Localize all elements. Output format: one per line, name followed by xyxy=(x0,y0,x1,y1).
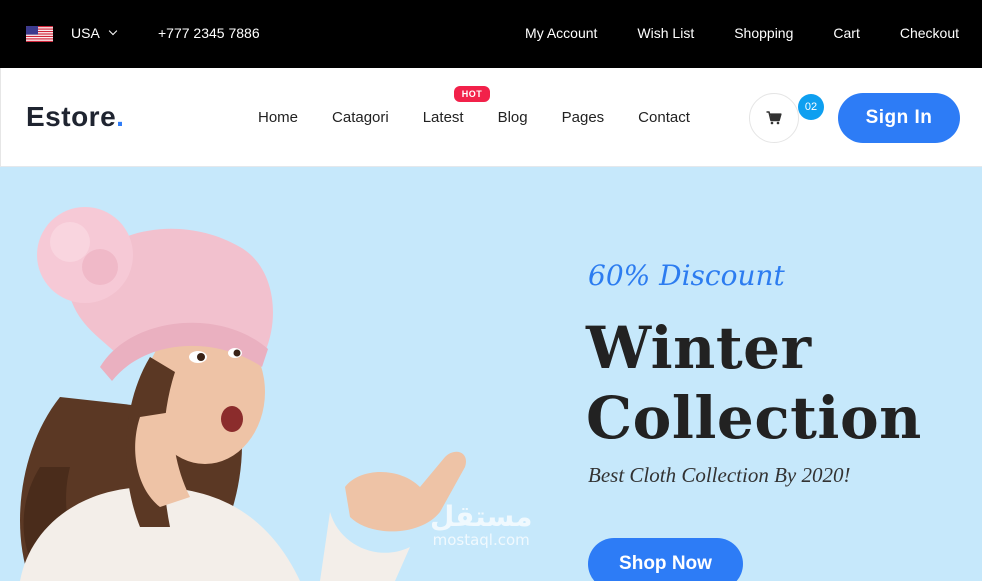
shopping-cart-icon xyxy=(766,111,782,125)
nav-pages[interactable]: Pages xyxy=(562,109,605,126)
discount-tagline: 60% Discount xyxy=(588,259,785,292)
watermark-arabic: مستقل xyxy=(430,500,533,533)
chevron-down-icon xyxy=(108,26,118,36)
watermark-latin: mostaql.com xyxy=(432,531,530,549)
nav-latest[interactable]: Latest HOT xyxy=(422,86,491,126)
top-bar: USA +777 2345 7886 My Account Wish List … xyxy=(0,0,982,68)
shopping-link[interactable]: Shopping xyxy=(734,25,793,41)
cart-link[interactable]: Cart xyxy=(833,25,859,41)
hero-title-line2: Collection xyxy=(586,384,922,452)
shop-now-button[interactable]: Shop Now xyxy=(588,538,743,581)
hero-title: Winter Collection xyxy=(586,313,922,453)
nav-home[interactable]: Home xyxy=(258,109,298,126)
wish-list-link[interactable]: Wish List xyxy=(637,25,694,41)
top-links: My Account Wish List Shopping Cart Check… xyxy=(525,25,959,41)
nav-latest-label: Latest xyxy=(422,109,464,126)
checkout-link[interactable]: Checkout xyxy=(900,25,959,41)
mostaql-watermark: مستقل mostaql.com xyxy=(430,500,533,549)
nav-contact[interactable]: Contact xyxy=(638,109,690,126)
phone-number: +777 2345 7886 xyxy=(158,25,260,41)
nav-catagori[interactable]: Catagori xyxy=(332,109,389,126)
cart-button[interactable] xyxy=(749,93,799,143)
hero-banner: 60% Discount Winter Collection Best Clot… xyxy=(0,167,982,581)
logo-dot: . xyxy=(116,101,125,132)
main-nav: Home Catagori Latest HOT Blog Pages Cont… xyxy=(258,86,690,126)
sign-in-button[interactable]: Sign In xyxy=(838,93,960,143)
main-header: Estore. Home Catagori Latest HOT Blog Pa… xyxy=(0,68,982,167)
country-selector[interactable]: USA xyxy=(71,25,118,41)
hero-title-line1: Winter xyxy=(586,314,812,382)
cart-count-badge: 02 xyxy=(798,94,824,120)
logo-text: Estore xyxy=(26,101,117,132)
hero-subtitle: Best Cloth Collection By 2020! xyxy=(588,463,851,487)
my-account-link[interactable]: My Account xyxy=(525,25,597,41)
country-label: USA xyxy=(71,25,100,41)
hot-badge: HOT xyxy=(453,86,491,102)
site-logo[interactable]: Estore. xyxy=(26,101,124,133)
nav-blog[interactable]: Blog xyxy=(498,109,528,126)
usa-flag-icon xyxy=(26,26,53,42)
